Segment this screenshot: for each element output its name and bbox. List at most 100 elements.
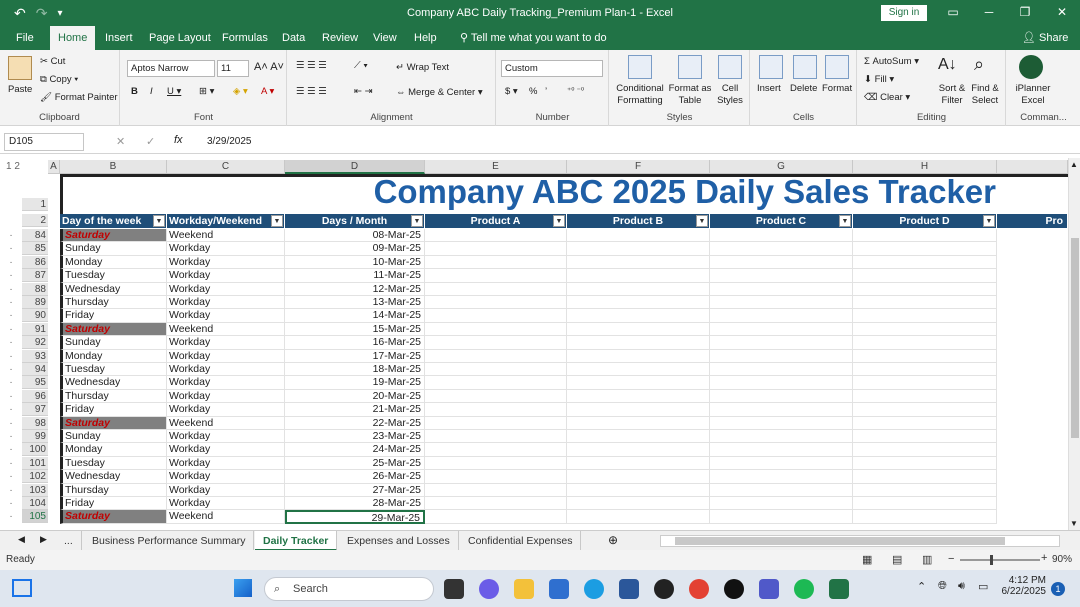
cell-product-b[interactable] <box>567 376 710 390</box>
cell-date[interactable]: 20-Mar-25 <box>285 389 425 404</box>
page-break-view-icon[interactable]: ▥ <box>922 553 932 566</box>
fill-color-icon[interactable]: ◈ ▾ <box>233 86 248 97</box>
tab-review[interactable]: Review <box>314 26 366 50</box>
cell-date[interactable]: 26-Mar-25 <box>285 470 425 484</box>
cell-date[interactable]: 18-Mar-25 <box>285 363 425 377</box>
cell-workday-type[interactable]: Weekend <box>167 322 285 337</box>
cell-product-d[interactable] <box>853 443 997 457</box>
prev-sheet-icon[interactable]: ◀ <box>18 534 25 545</box>
cell-product-a[interactable] <box>425 363 567 377</box>
cell-day[interactable]: Thursday <box>60 389 167 404</box>
cell-product-a[interactable] <box>425 242 567 256</box>
cell-product-d[interactable] <box>853 296 997 310</box>
format-painter-button[interactable]: 🖌︎ Format Painter <box>40 92 118 103</box>
format-cells-button[interactable]: Format <box>822 83 852 94</box>
formula-input[interactable]: 3/29/2025 <box>207 136 252 147</box>
row-header[interactable]: 85 <box>22 242 48 256</box>
horizontal-scrollbar[interactable] <box>660 535 1060 547</box>
cell-product-a[interactable] <box>425 403 567 417</box>
filter-dropdown-icon[interactable]: ▼ <box>983 215 995 227</box>
page-layout-view-icon[interactable]: ▤ <box>892 553 902 566</box>
tab-help[interactable]: Help <box>406 26 445 50</box>
sheet-tab-business-performance[interactable]: Business Performance Summary <box>84 531 255 551</box>
cell-product-a[interactable] <box>425 443 567 457</box>
tab-view[interactable]: View <box>365 26 405 50</box>
cell-styles-icon[interactable] <box>718 55 742 79</box>
cell-product-d[interactable] <box>853 510 997 524</box>
delete-cells-icon[interactable] <box>793 55 817 79</box>
delete-cells-button[interactable]: Delete <box>790 83 817 94</box>
cell-product-a[interactable] <box>425 282 567 296</box>
cell-day[interactable]: Sunday <box>60 430 167 444</box>
cell-product-b[interactable] <box>567 510 710 524</box>
row-header[interactable]: 92 <box>22 336 48 350</box>
row-header[interactable]: 95 <box>22 376 48 390</box>
conditional-formatting-button[interactable]: Conditional Formatting <box>614 83 666 107</box>
row-header[interactable]: 90 <box>22 309 48 323</box>
cell-product-d[interactable] <box>853 389 997 404</box>
cell-product-a[interactable] <box>425 349 567 363</box>
format-as-table-icon[interactable] <box>678 55 702 79</box>
iplanner-button[interactable]: iPlanner Excel <box>1011 83 1055 107</box>
cell-product-a[interactable] <box>425 336 567 350</box>
filter-dropdown-icon[interactable]: ▼ <box>696 215 708 227</box>
row-header[interactable]: 87 <box>22 269 48 283</box>
edge-icon[interactable] <box>584 579 604 599</box>
cell-product-a[interactable] <box>425 255 567 270</box>
row-header[interactable]: 88 <box>22 282 48 296</box>
zoom-slider[interactable] <box>960 555 1040 565</box>
spotify-icon[interactable] <box>794 579 814 599</box>
cell-product-c[interactable] <box>710 403 853 417</box>
header-days-month[interactable]: Days / Month ▼ <box>285 214 425 228</box>
cell-product-d[interactable] <box>853 229 997 243</box>
underline-button[interactable]: U ▾ <box>167 86 181 97</box>
cell-product-b[interactable] <box>567 229 710 243</box>
cell-date[interactable]: 14-Mar-25 <box>285 309 425 323</box>
cell-date[interactable]: 12-Mar-25 <box>285 282 425 296</box>
row-header[interactable]: 99 <box>22 430 48 443</box>
cell-workday-type[interactable]: Workday <box>167 349 285 363</box>
cell-product-b[interactable] <box>567 363 710 377</box>
filter-dropdown-icon[interactable]: ▼ <box>153 215 165 227</box>
cell-date[interactable]: 29-Mar-25 <box>285 510 425 524</box>
chatgpt-icon[interactable] <box>724 579 744 599</box>
task-view-icon[interactable] <box>444 579 464 599</box>
cell-day[interactable]: Thursday <box>60 296 167 310</box>
cell-day[interactable]: Monday <box>60 443 167 457</box>
cell-day[interactable]: Wednesday <box>60 282 167 296</box>
excel-taskbar-icon[interactable] <box>829 579 849 599</box>
filter-dropdown-icon[interactable]: ▼ <box>553 215 565 227</box>
cell-product-b[interactable] <box>567 242 710 256</box>
tab-file[interactable]: File <box>8 26 42 50</box>
media-player-icon[interactable] <box>654 579 674 599</box>
cell-product-c[interactable] <box>710 242 853 256</box>
cell-product-a[interactable] <box>425 497 567 511</box>
filter-dropdown-icon[interactable]: ▼ <box>839 215 851 227</box>
cell-product-b[interactable] <box>567 282 710 296</box>
cell-day[interactable]: Tuesday <box>60 269 167 283</box>
sort-filter-icon[interactable]: A↓ <box>938 56 957 74</box>
cell-workday-type[interactable]: Workday <box>167 296 285 310</box>
cell-workday-type[interactable]: Workday <box>167 242 285 256</box>
cell-product-c[interactable] <box>710 269 853 283</box>
cell-product-c[interactable] <box>710 456 853 471</box>
insert-cells-button[interactable]: Insert <box>757 83 781 94</box>
cell-workday-type[interactable]: Workday <box>167 443 285 457</box>
cell-product-d[interactable] <box>853 430 997 444</box>
indent-icon[interactable]: ⇤ ⇥ <box>354 86 373 97</box>
cut-button[interactable]: ✂ Cut <box>40 56 65 67</box>
paste-button[interactable]: Paste <box>8 84 32 95</box>
cell-product-b[interactable] <box>567 483 710 497</box>
wrap-text-button[interactable]: ↵ Wrap Text <box>396 62 449 73</box>
tab-formulas[interactable]: Formulas <box>214 26 276 50</box>
cell-date[interactable]: 19-Mar-25 <box>285 376 425 390</box>
bold-button[interactable]: B <box>131 86 138 97</box>
cell-workday-type[interactable]: Workday <box>167 269 285 283</box>
cell-product-a[interactable] <box>425 296 567 310</box>
cell-date[interactable]: 15-Mar-25 <box>285 322 425 337</box>
sheet-tab-expenses-losses[interactable]: Expenses and Losses <box>339 531 459 551</box>
italic-button[interactable]: I <box>150 86 153 97</box>
file-explorer-icon[interactable] <box>514 579 534 599</box>
normal-view-icon[interactable]: ▦ <box>862 553 872 566</box>
tab-home[interactable]: Home <box>50 26 96 50</box>
